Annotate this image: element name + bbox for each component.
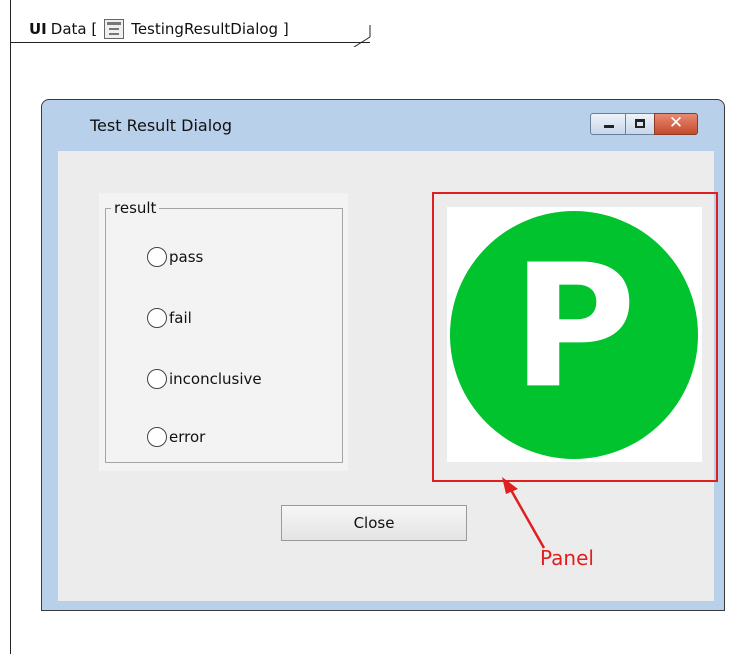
close-window-button[interactable]: ✕ (654, 113, 698, 135)
window-controls: ✕ (590, 113, 698, 135)
radio-label: pass (169, 248, 204, 266)
radio-label: fail (169, 309, 192, 327)
frame-tab-corner (353, 25, 371, 47)
window-content: result pass fail inconclusive error P Cl… (58, 151, 718, 601)
close-icon: ✕ (668, 113, 684, 133)
radio-label: inconclusive (169, 370, 262, 388)
panel-highlight-outline (432, 192, 718, 482)
result-group-legend: result (111, 199, 160, 217)
radio-button[interactable] (147, 369, 167, 389)
radio-option-inconclusive[interactable]: inconclusive (147, 369, 262, 389)
close-button[interactable]: Close (281, 505, 467, 541)
test-result-dialog-window: Test Result Dialog ✕ result pass fail in… (41, 99, 725, 611)
frame-element-name: TestingResultDialog ] (131, 20, 289, 38)
radio-option-error[interactable]: error (147, 427, 205, 447)
frame-keyword: UI (29, 20, 47, 38)
window-titlebar[interactable]: Test Result Dialog ✕ (42, 100, 724, 150)
radio-button[interactable] (147, 427, 167, 447)
window-title: Test Result Dialog (90, 116, 233, 135)
radio-button[interactable] (147, 247, 167, 267)
radio-option-fail[interactable]: fail (147, 308, 192, 328)
frame-name-tab: UI Data [ TestingResultDialog ] (10, 7, 370, 43)
radio-button[interactable] (147, 308, 167, 328)
annotation-label-panel: Panel (540, 546, 594, 570)
minimize-button[interactable] (590, 113, 626, 135)
result-group-box (105, 208, 343, 463)
frame-label: Data [ (50, 20, 98, 38)
maximize-icon (635, 119, 645, 128)
form-icon (104, 19, 125, 39)
radio-label: error (169, 428, 206, 446)
maximize-button[interactable] (625, 113, 655, 135)
radio-option-pass[interactable]: pass (147, 247, 203, 267)
frame-border-left (10, 44, 11, 654)
frame-name-label: UI Data [ TestingResultDialog ] (29, 19, 289, 39)
minimize-icon (604, 125, 614, 128)
annotation-arrow (502, 477, 546, 549)
